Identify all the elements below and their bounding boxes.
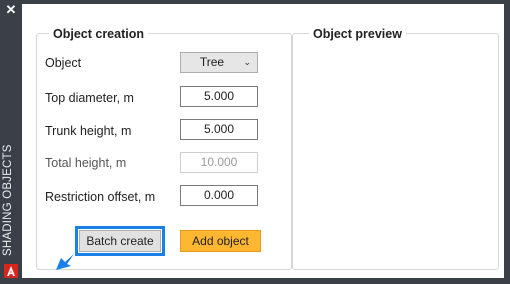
object-label: Object (45, 56, 82, 70)
chevron-down-icon: ⌄ (243, 57, 251, 67)
palette-title: SHADING OBJECTS (2, 144, 14, 256)
side-bar: ✕ SHADING OBJECTS (0, 0, 22, 284)
total-height-label: Total height, m (45, 156, 127, 170)
top-diameter-label: Top diameter, m (45, 91, 134, 105)
palette-panel: Object creation Object Tree ⌄ Top diamet… (22, 4, 504, 278)
object-preview-title: Object preview (309, 26, 406, 42)
autocad-logo-icon (4, 264, 18, 278)
object-preview-group: Object preview (292, 26, 499, 270)
restriction-offset-input[interactable]: 0.000 (180, 185, 258, 206)
add-object-button[interactable]: Add object (180, 230, 261, 252)
top-diameter-input[interactable]: 5.000 (180, 86, 258, 107)
trunk-height-input[interactable]: 5.000 (180, 119, 258, 140)
trunk-height-label: Trunk height, m (45, 124, 132, 138)
object-creation-group: Object creation Object Tree ⌄ Top diamet… (36, 26, 292, 270)
total-height-input: 10.000 (180, 152, 258, 173)
restriction-offset-label: Restriction offset, m (45, 190, 156, 204)
object-select[interactable]: Tree ⌄ (180, 52, 258, 73)
close-icon[interactable]: ✕ (4, 3, 18, 17)
batch-create-button[interactable]: Batch create (75, 226, 165, 256)
object-select-value: Tree (199, 55, 225, 69)
object-creation-title: Object creation (49, 26, 148, 42)
pointer-arrow-icon (56, 254, 74, 270)
